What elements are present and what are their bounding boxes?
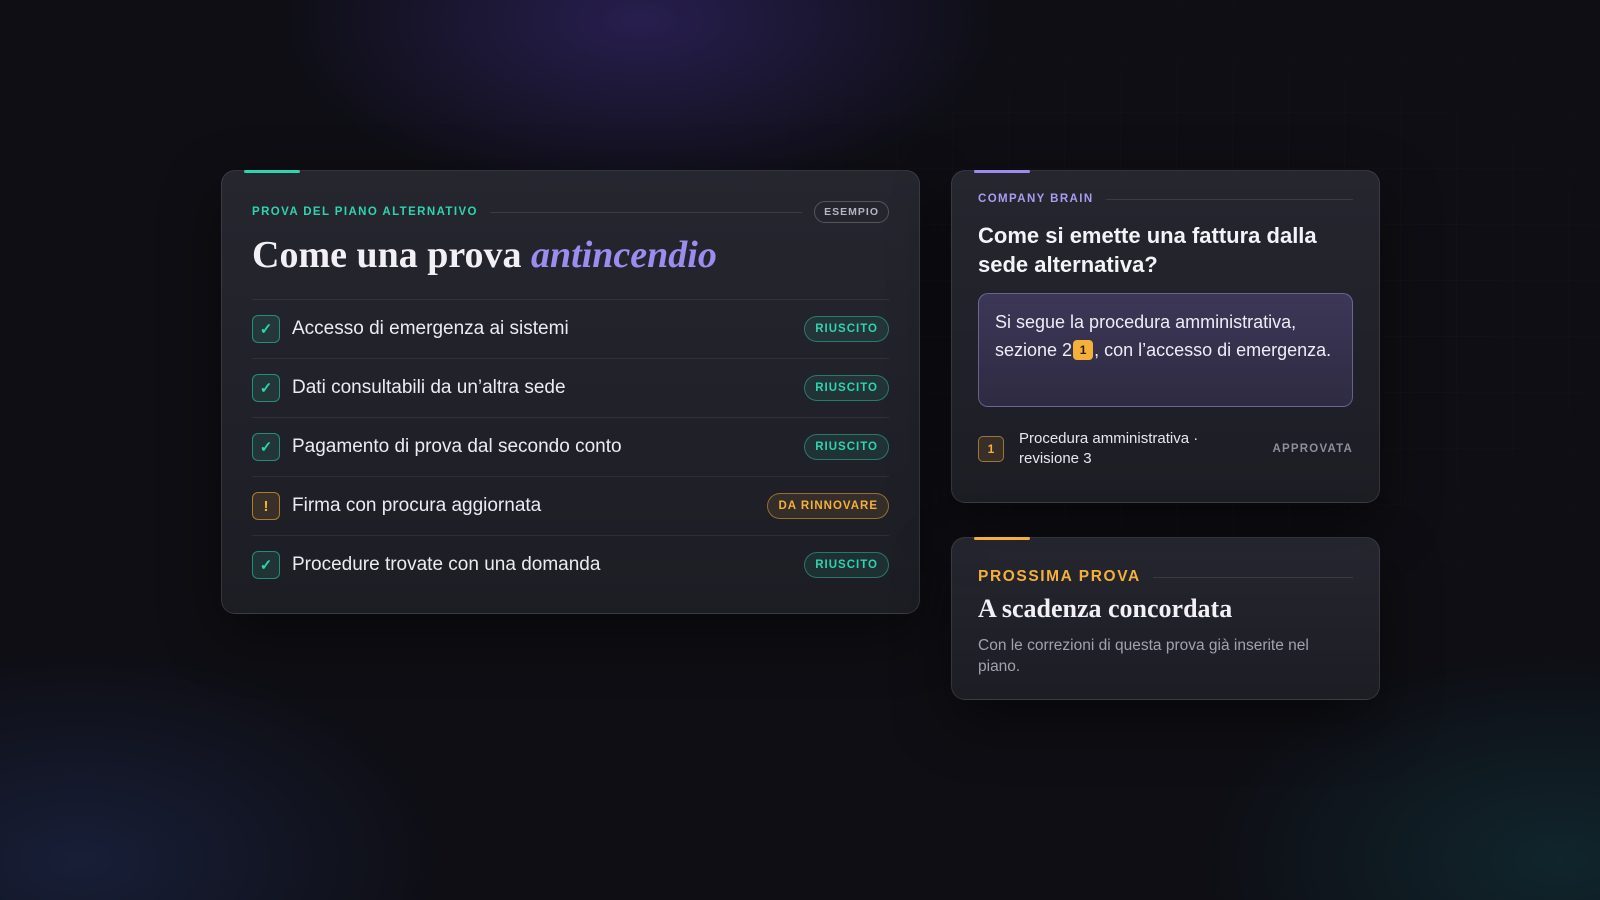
card-header: PROSSIMA PROVA (978, 568, 1353, 586)
status-badge: RIUSCITO (804, 552, 889, 578)
check-icon: ✓ (252, 433, 280, 461)
checklist-item[interactable]: ! Firma con procura aggiornata DA RINNOV… (252, 476, 889, 535)
status-badge: RIUSCITO (804, 434, 889, 460)
source-title: Procedura amministrativa · revisione 3 (1019, 430, 1199, 467)
checklist: ✓ Accesso di emergenza ai sistemi RIUSCI… (252, 299, 889, 594)
checklist-item-label: Pagamento di prova dal secondo conto (292, 436, 622, 457)
next-test-card: PROSSIMA PROVA A scadenza concordata Con… (951, 537, 1380, 700)
card-accent-bar (974, 537, 1030, 540)
warning-icon: ! (252, 492, 280, 520)
eyebrow-divider (1152, 576, 1353, 578)
card-accent-bar (974, 170, 1030, 173)
checklist-item[interactable]: ✓ Dati consultabili da un’altra sede RIU… (252, 358, 889, 417)
check-icon: ✓ (252, 315, 280, 343)
checklist-item-label: Procedure trovate con una domanda (292, 554, 601, 575)
card-eyebrow: PROSSIMA PROVA (978, 568, 1141, 585)
eyebrow-divider (489, 211, 803, 213)
question-text: Come si emette una fattura dalla sede al… (978, 223, 1317, 277)
eyebrow-divider (1105, 198, 1353, 200)
citation-chip[interactable]: 1 (1073, 340, 1094, 360)
checklist-item[interactable]: ✓ Pagamento di prova dal secondo conto R… (252, 417, 889, 476)
answer-box: Si segue la procedura amministrativa, se… (978, 293, 1353, 407)
example-badge: ESEMPIO (814, 201, 889, 223)
company-brain-card: COMPANY BRAIN Come si emette una fattura… (951, 170, 1380, 503)
card-title: Come una prova antincendio (252, 233, 717, 277)
check-icon: ✓ (252, 551, 280, 579)
source-status: APPROVATA (1272, 443, 1353, 455)
status-badge: RIUSCITO (804, 316, 889, 342)
check-icon: ✓ (252, 374, 280, 402)
source-number: 1 (978, 436, 1004, 462)
card-eyebrow: COMPANY BRAIN (978, 193, 1094, 205)
checklist-item[interactable]: ✓ Accesso di emergenza ai sistemi RIUSCI… (252, 299, 889, 358)
status-badge: RIUSCITO (804, 375, 889, 401)
checklist-item-label: Firma con procura aggiornata (292, 495, 542, 516)
checklist-item-label: Accesso di emergenza ai sistemi (292, 318, 569, 339)
card-header: COMPANY BRAIN (978, 193, 1353, 205)
checklist-item[interactable]: ✓ Procedure trovate con una domanda RIUS… (252, 535, 889, 594)
next-test-title: A scadenza concordata (978, 594, 1233, 623)
card-eyebrow: PROVA DEL PIANO ALTERNATIVO (252, 206, 478, 218)
status-badge: DA RINNOVARE (767, 493, 889, 519)
checklist-item-label: Dati consultabili da un’altra sede (292, 377, 566, 398)
title-accent: antincendio (531, 234, 717, 276)
card-accent-bar (244, 170, 300, 173)
next-test-description: Con le correzioni di questa prova già in… (978, 637, 1309, 675)
card-header: PROVA DEL PIANO ALTERNATIVO ESEMPIO (252, 201, 889, 223)
answer-text-end: , con l’accesso di emergenza. (1094, 340, 1332, 360)
source-reference[interactable]: 1 Procedura amministrativa · revisione 3… (978, 429, 1353, 469)
fallback-plan-test-card: PROVA DEL PIANO ALTERNATIVO ESEMPIO Come… (221, 170, 920, 614)
title-plain: Come una prova (252, 234, 522, 276)
